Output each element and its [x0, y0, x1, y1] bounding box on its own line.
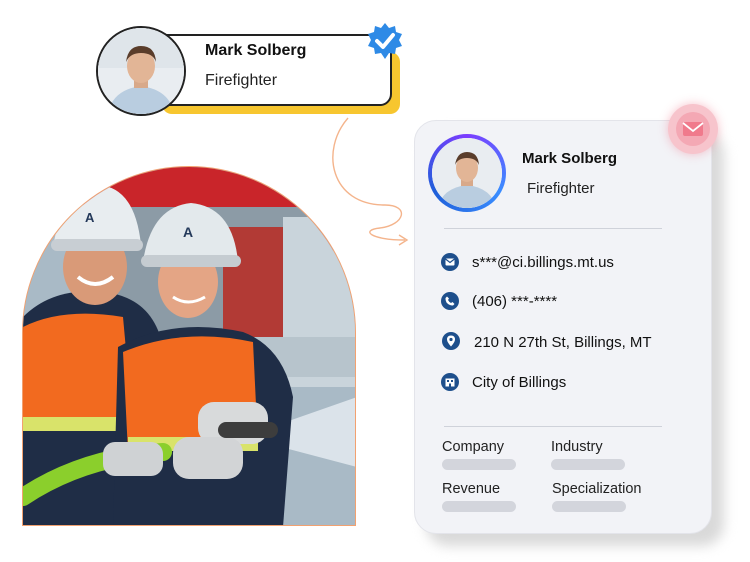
email-text[interactable]: s***@ci.billings.mt.us	[472, 254, 614, 271]
phone-text[interactable]: (406) ***-****	[472, 293, 557, 310]
card-title: Firefighter	[527, 180, 595, 197]
verified-check-icon	[368, 23, 402, 59]
card-name: Mark Solberg	[522, 150, 618, 167]
specialization-placeholder-bar	[552, 501, 626, 512]
building-icon	[441, 373, 459, 391]
email-icon	[441, 253, 459, 271]
profile-chip-name: Mark Solberg	[205, 42, 307, 59]
revenue-placeholder-bar	[442, 501, 516, 512]
industry-placeholder-bar	[551, 459, 625, 470]
specialization-label: Specialization	[552, 481, 642, 497]
phone-icon	[441, 292, 459, 310]
person-portrait-icon	[98, 28, 184, 114]
divider	[444, 426, 662, 427]
person-portrait-icon	[432, 138, 502, 208]
svg-text:A: A	[183, 224, 193, 240]
organization-text: City of Billings	[472, 374, 567, 391]
firefighters-photo: A A	[22, 166, 356, 526]
company-placeholder-bar	[442, 459, 516, 470]
company-label: Company	[442, 439, 505, 455]
profile-chip-title: Firefighter	[205, 72, 278, 89]
revenue-label: Revenue	[442, 481, 501, 497]
envelope-icon	[682, 122, 704, 136]
card-avatar	[428, 134, 506, 212]
svg-text:A: A	[85, 210, 95, 225]
avatar	[96, 26, 186, 116]
divider	[444, 228, 662, 229]
mail-badge[interactable]	[668, 104, 718, 154]
industry-label: Industry	[551, 439, 603, 455]
address-text: 210 N 27th St, Billings, MT	[474, 334, 652, 351]
location-pin-icon	[442, 332, 460, 350]
